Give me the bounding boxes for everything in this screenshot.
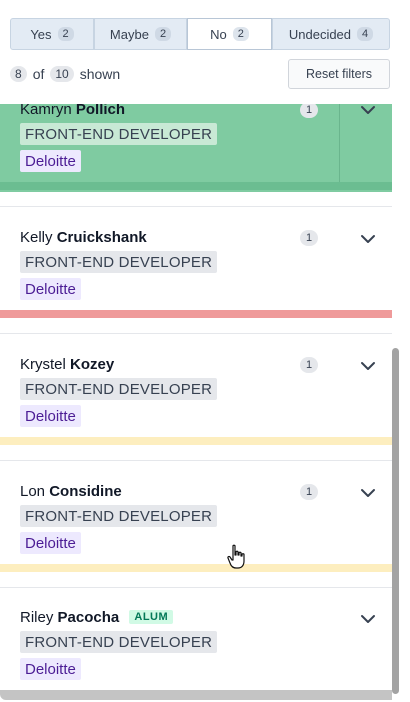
candidate-card[interactable]: Krystel Kozey 1 FRONT-END DEVELOPER Delo… (0, 333, 400, 460)
comment-count-badge: 1 (300, 230, 318, 246)
chevron-down-icon[interactable] (358, 483, 378, 503)
card-divider (339, 96, 340, 182)
scrollbar-thumb[interactable] (392, 348, 399, 694)
chevron-down-icon[interactable] (358, 609, 378, 629)
chevron-down-icon[interactable] (358, 229, 378, 249)
candidate-card[interactable]: Riley Pacocha ALUM FRONT-END DEVELOPER D… (0, 587, 400, 693)
status-strip (0, 182, 400, 190)
candidate-name: Kelly Cruickshank (20, 229, 147, 246)
comment-count-badge: 1 (300, 102, 318, 118)
role-tag: FRONT-END DEVELOPER (20, 251, 218, 273)
filter-count: 2 (232, 27, 249, 41)
status-strip (0, 310, 400, 318)
filter-undecided-button[interactable]: Undecided 4 (272, 18, 390, 50)
role-tag: FRONT-END DEVELOPER (20, 123, 218, 145)
of-label: of (32, 66, 45, 82)
candidate-name: Krystel Kozey (20, 356, 115, 373)
candidate-card[interactable]: Lon Considine 1 FRONT-END DEVELOPER Delo… (0, 460, 400, 587)
role-tag: FRONT-END DEVELOPER (20, 631, 218, 653)
company-tag: Deloitte (20, 532, 81, 554)
filter-count: 2 (154, 27, 172, 41)
status-strip (0, 437, 400, 445)
comment-count-badge: 1 (300, 357, 318, 373)
total-count: 10 (50, 66, 74, 82)
hand-pointer-icon (227, 544, 245, 569)
alum-badge: ALUM (129, 610, 174, 624)
role-tag: FRONT-END DEVELOPER (20, 505, 218, 527)
chevron-down-icon[interactable] (358, 356, 378, 376)
company-tag: Deloitte (20, 150, 81, 172)
decision-filter-group: Yes 2 Maybe 2 No 2 Undecided 4 (10, 18, 390, 50)
shown-count: 8 (10, 66, 27, 82)
candidate-card[interactable]: Kamryn Pollich 1 FRONT-END DEVELOPER Del… (0, 96, 400, 192)
role-tag: FRONT-END DEVELOPER (20, 378, 218, 400)
company-tag: Deloitte (20, 278, 81, 300)
filter-label: No (210, 26, 227, 42)
horizontal-scrollbar[interactable] (0, 690, 400, 700)
shown-label: shown (79, 66, 121, 82)
filter-label: Yes (30, 26, 52, 42)
filter-yes-button[interactable]: Yes 2 (10, 18, 94, 50)
shown-summary: 8 of 10 shown (10, 66, 120, 82)
company-tag: Deloitte (20, 658, 81, 680)
filter-label: Maybe (109, 26, 149, 42)
filter-count: 4 (357, 27, 374, 41)
filter-label: Undecided (288, 26, 352, 42)
filter-count: 2 (57, 27, 74, 41)
filter-header: Yes 2 Maybe 2 No 2 Undecided 4 8 of 10 s… (0, 0, 410, 104)
filter-no-button[interactable]: No 2 (187, 18, 272, 50)
candidate-name: Lon Considine (20, 483, 122, 500)
filter-maybe-button[interactable]: Maybe 2 (94, 18, 187, 50)
status-strip (0, 564, 400, 572)
reset-filters-button[interactable]: Reset filters (288, 59, 390, 89)
comment-count-badge: 1 (300, 484, 318, 500)
company-tag: Deloitte (20, 405, 81, 427)
candidate-name: Riley Pacocha ALUM (20, 609, 174, 626)
candidate-list: Kamryn Pollich 1 FRONT-END DEVELOPER Del… (0, 0, 400, 702)
candidate-card[interactable]: Kelly Cruickshank 1 FRONT-END DEVELOPER … (0, 206, 400, 333)
